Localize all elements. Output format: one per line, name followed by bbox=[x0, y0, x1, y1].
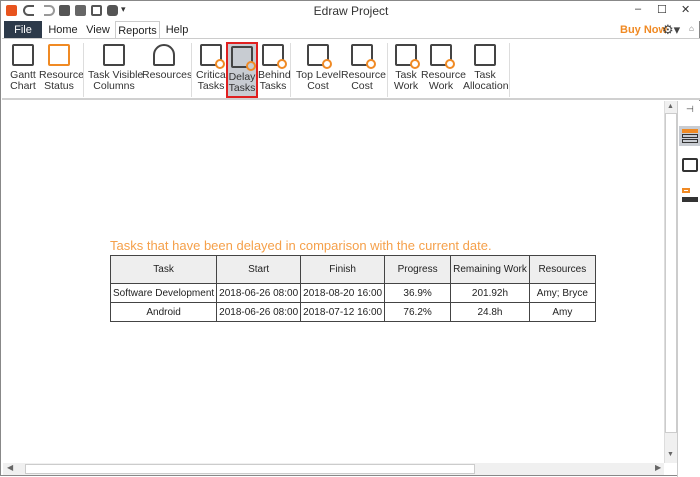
tab-home[interactable]: Home bbox=[45, 21, 81, 39]
cell: 2018-08-20 16:00 bbox=[300, 283, 386, 303]
table-row: Android 2018-06-26 08:00 2018-07-12 16:00 7… bbox=[109, 302, 596, 322]
label: Delay Tasks bbox=[228, 71, 256, 94]
top-level-cost-button[interactable]: Top Level Cost bbox=[296, 42, 341, 98]
label: Resource Work bbox=[421, 69, 466, 92]
resource-status-icon bbox=[48, 44, 70, 66]
top-level-cost-icon bbox=[307, 44, 332, 69]
column-header: Progress bbox=[384, 255, 452, 284]
horizontal-scrollbar[interactable]: ◀ ▶ bbox=[3, 463, 664, 475]
critical-tasks-button[interactable]: Critical Tasks bbox=[196, 42, 229, 98]
cell: Amy; Bryce bbox=[528, 283, 596, 303]
task-allocation-icon bbox=[474, 44, 496, 66]
resource-work-button[interactable]: Resource Work bbox=[421, 42, 466, 98]
divider bbox=[509, 43, 510, 97]
cell: 24.8h bbox=[450, 302, 530, 322]
cell: 76.2% bbox=[384, 302, 452, 322]
task-allocation-button[interactable]: Task Allocation bbox=[463, 42, 509, 98]
tab-help[interactable]: Help bbox=[162, 21, 192, 39]
column-header: Start bbox=[216, 255, 302, 284]
ribbon-tabs: File Home View Reports Help Buy Now ⚙▾ ⌂ bbox=[1, 21, 700, 40]
task-work-icon bbox=[395, 44, 420, 69]
critical-tasks-icon bbox=[200, 44, 225, 69]
divider bbox=[191, 43, 192, 97]
vertical-scrollbar[interactable]: ▲ ▼ bbox=[664, 101, 677, 463]
minimize-button[interactable]: – bbox=[635, 3, 641, 15]
tab-file[interactable]: File bbox=[4, 21, 42, 39]
resource-cost-icon bbox=[351, 44, 376, 69]
buy-now-link[interactable]: Buy Now bbox=[620, 24, 667, 36]
report-caption: Tasks that have been delayed in comparis… bbox=[110, 238, 492, 253]
export-icon[interactable] bbox=[682, 188, 698, 202]
resources-icon bbox=[153, 44, 175, 66]
label: Task Allocation bbox=[463, 69, 509, 92]
task-work-button[interactable]: Task Work bbox=[392, 42, 420, 98]
maximize-button[interactable]: ☐ bbox=[657, 3, 667, 16]
label: Resource Cost bbox=[341, 69, 386, 92]
column-header: Remaining Work bbox=[450, 255, 530, 284]
column-header: Resources bbox=[528, 255, 596, 284]
cell: 2018-06-26 08:00 bbox=[216, 302, 302, 322]
divider bbox=[387, 43, 388, 97]
label: Behind Tasks bbox=[258, 69, 291, 92]
resources-button[interactable]: Resources bbox=[142, 42, 193, 98]
table-header-row: Task Start Finish Progress Remaining Wor… bbox=[109, 255, 596, 284]
gantt-chart-button[interactable]: Gantt Chart bbox=[8, 42, 38, 98]
resource-work-icon bbox=[430, 44, 455, 69]
window-title: Edraw Project bbox=[313, 4, 389, 18]
delay-tasks-button[interactable]: Delay Tasks bbox=[226, 42, 258, 98]
horizontal-scroll-thumb[interactable] bbox=[25, 464, 475, 474]
settings-gear-icon[interactable]: ⚙▾ bbox=[662, 22, 680, 38]
cell: 2018-07-12 16:00 bbox=[300, 302, 386, 322]
cell: Android bbox=[109, 302, 218, 322]
columns-list-icon bbox=[103, 44, 125, 66]
right-side-panel: ⊣ bbox=[677, 101, 700, 477]
delay-tasks-table: Task Start Finish Progress Remaining Wor… bbox=[109, 255, 596, 322]
gantt-chart-icon bbox=[12, 44, 34, 66]
table-row: Software Development 2018-06-26 08:00 2018… bbox=[109, 283, 596, 303]
resource-status-button[interactable]: Resource Status bbox=[39, 42, 84, 98]
pin-icon[interactable]: ⊣ bbox=[686, 104, 694, 115]
title-bar: ▾ Edraw Project – ☐ ✕ bbox=[1, 1, 700, 21]
tab-view[interactable]: View bbox=[83, 21, 113, 39]
cell: 36.9% bbox=[384, 283, 452, 303]
scroll-down-icon[interactable]: ▼ bbox=[667, 451, 674, 458]
label: Task Work bbox=[393, 69, 419, 92]
vertical-scroll-thumb[interactable] bbox=[665, 113, 677, 433]
cell: 201.92h bbox=[450, 283, 530, 303]
label: Gantt Chart bbox=[10, 69, 36, 92]
cell: Software Development bbox=[109, 283, 218, 303]
column-header: Task bbox=[109, 255, 218, 284]
scroll-up-icon[interactable]: ▲ bbox=[667, 103, 674, 110]
ribbon-reports: Gantt Chart Resource Status Task Visible… bbox=[2, 38, 700, 100]
behind-tasks-icon bbox=[262, 44, 287, 69]
divider bbox=[83, 43, 84, 97]
label: Critical Tasks bbox=[196, 69, 229, 92]
scroll-left-icon[interactable]: ◀ bbox=[7, 463, 13, 472]
task-panel-icon[interactable] bbox=[679, 126, 700, 146]
resource-cost-button[interactable]: Resource Cost bbox=[341, 42, 386, 98]
scroll-right-icon[interactable]: ▶ bbox=[655, 463, 661, 472]
toolbox-icon[interactable] bbox=[682, 158, 698, 172]
close-button[interactable]: ✕ bbox=[681, 3, 690, 16]
collapse-ribbon-icon[interactable]: ⌂ bbox=[689, 24, 694, 33]
behind-tasks-button[interactable]: Behind Tasks bbox=[258, 42, 291, 98]
label: Resources bbox=[142, 69, 193, 81]
cell: Amy bbox=[528, 302, 596, 322]
cell: 2018-06-26 08:00 bbox=[216, 283, 302, 303]
divider bbox=[290, 43, 291, 97]
column-header: Finish bbox=[300, 255, 386, 284]
label: Top Level Cost bbox=[296, 69, 341, 92]
label: Task Visible Columns bbox=[88, 69, 144, 92]
delay-tasks-icon bbox=[231, 46, 256, 71]
label: Resource Status bbox=[39, 69, 84, 92]
task-visible-columns-button[interactable]: Task Visible Columns bbox=[88, 42, 144, 98]
